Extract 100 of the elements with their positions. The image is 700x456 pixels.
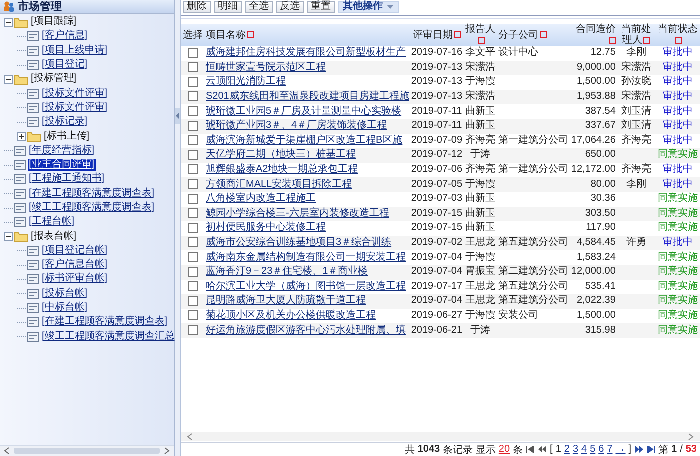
tree-item[interactable]: [项目跟踪] xyxy=(30,16,78,28)
page-size-link[interactable]: 20 xyxy=(498,444,510,455)
project-link[interactable]: 琥珩微工业园5＃厂房及计量测量中心实验楼 xyxy=(206,106,402,117)
tree-item[interactable]: [报表台帐] xyxy=(30,230,78,243)
checkbox[interactable] xyxy=(188,194,198,204)
page-link[interactable]: 5 xyxy=(590,444,596,455)
horizontal-scrollbar[interactable] xyxy=(181,432,700,441)
column-header[interactable]: 评审日期 xyxy=(410,24,464,46)
checkbox[interactable] xyxy=(188,179,198,189)
checkbox[interactable] xyxy=(188,237,198,248)
next-group-link[interactable]: → xyxy=(616,444,626,455)
sort-icon[interactable] xyxy=(247,31,254,38)
tree-item[interactable]: [竣工工程顾客满意度调查表] xyxy=(28,202,156,214)
checkbox[interactable] xyxy=(188,281,198,292)
column-header[interactable]: 合同造价 xyxy=(570,24,617,46)
tree-item[interactable]: [投标管理] xyxy=(30,73,78,86)
sort-icon[interactable] xyxy=(540,31,547,38)
page-link[interactable]: 3 xyxy=(572,444,578,455)
tree-item[interactable]: [客户信息] xyxy=(41,30,89,42)
tree-item[interactable]: [工程施工通知书] xyxy=(28,173,106,186)
scroll-right-icon[interactable] xyxy=(164,447,170,455)
project-link[interactable]: 威海滨海新城爱于渠崖棚户区改造工程B区施 xyxy=(206,134,403,146)
checkbox[interactable] xyxy=(188,310,198,320)
reporter-text: 胃振宝 xyxy=(466,266,496,278)
scroll-right-icon[interactable] xyxy=(688,432,694,440)
tree-item[interactable]: [标书上传] xyxy=(43,130,91,143)
checkbox[interactable] xyxy=(188,150,198,160)
collapse-icon[interactable] xyxy=(4,74,13,84)
scroll-left-icon[interactable] xyxy=(187,432,193,440)
previous-page-icon[interactable] xyxy=(538,446,548,453)
project-link[interactable]: 菊花顶小区及机关办公楼供暖改造工程 xyxy=(206,310,376,321)
tree-item[interactable]: [客户信息台帐] xyxy=(41,259,109,272)
page-link[interactable]: 2 xyxy=(564,444,570,455)
expand-icon[interactable] xyxy=(17,132,26,142)
tree-item[interactable]: [年度经营指标] xyxy=(28,144,96,157)
checkbox[interactable] xyxy=(188,135,198,146)
checkbox[interactable] xyxy=(188,91,198,102)
checkbox[interactable] xyxy=(188,106,198,116)
first-page-icon[interactable] xyxy=(526,446,536,453)
horizontal-scrollbar[interactable] xyxy=(0,445,174,456)
sort-icon[interactable] xyxy=(478,36,485,44)
column-header[interactable]: 选择 xyxy=(181,24,205,46)
page-link[interactable]: 1 xyxy=(556,444,562,455)
toolbar-button[interactable]: 删除 xyxy=(183,1,211,13)
scroll-left-icon[interactable] xyxy=(4,447,10,455)
column-header[interactable]: 项目名称 xyxy=(205,24,410,46)
sort-icon[interactable] xyxy=(608,36,616,44)
checkbox[interactable] xyxy=(188,266,198,277)
column-header[interactable]: 报告人 xyxy=(464,24,498,46)
toolbar-button[interactable]: 重置 xyxy=(307,1,335,13)
project-link[interactable]: S201威东线田和至温泉段改建项目房建工程施 xyxy=(206,91,410,102)
column-header[interactable]: 当前处理人 xyxy=(616,24,656,46)
tree-item[interactable]: [中标台帐] xyxy=(41,302,89,314)
checkbox[interactable] xyxy=(188,296,198,306)
form-icon xyxy=(14,146,26,156)
project-link[interactable]: 初村便民服务中心装修工程 xyxy=(206,222,326,234)
project-link[interactable]: 八角楼室内改造工程施工 xyxy=(206,193,316,204)
tree-item[interactable]: [工程台帐] xyxy=(28,216,76,228)
project-link[interactable]: 哈尔滨工业大学（威海）图书馆一层改造工程 xyxy=(206,280,406,292)
checkbox[interactable] xyxy=(188,48,198,58)
last-page-icon[interactable] xyxy=(646,446,656,453)
checkbox[interactable] xyxy=(188,120,198,131)
column-header[interactable]: 当前状态 xyxy=(656,24,700,46)
checkbox[interactable] xyxy=(188,208,198,218)
project-link[interactable]: 威海南东金属结构制造有限公司一期安装工程 xyxy=(206,252,406,263)
tree-item[interactable]: [竣工工程顾客满意度调查汇总 xyxy=(41,330,176,343)
page-link[interactable]: 6 xyxy=(598,444,604,455)
checkbox[interactable] xyxy=(188,62,198,72)
page-link[interactable]: 4 xyxy=(582,444,588,455)
next-page-icon[interactable] xyxy=(634,446,644,453)
project-link[interactable]: 威海建邦住房科技发展有限公司新型板材生产 xyxy=(206,47,406,58)
sort-icon[interactable] xyxy=(674,36,682,44)
tree-item[interactable]: [项目登记] xyxy=(41,59,89,72)
collapse-icon[interactable] xyxy=(4,18,13,27)
tree-item[interactable]: [项目登记台帐] xyxy=(41,244,109,257)
tree-item[interactable]: [在建工程顾客满意度调查表] xyxy=(41,316,169,328)
toolbar-button[interactable]: 反选 xyxy=(276,1,304,13)
checkbox[interactable] xyxy=(188,324,198,335)
sort-icon[interactable] xyxy=(643,36,650,44)
menu-button[interactable]: 其他操作 xyxy=(338,1,399,13)
toolbar-button[interactable]: 全选 xyxy=(245,1,273,13)
project-link[interactable]: 云顶阳光消防工程 xyxy=(206,76,286,88)
checkbox[interactable] xyxy=(188,164,198,174)
column-header[interactable]: 分子公司 xyxy=(498,24,570,46)
checkbox[interactable] xyxy=(188,252,198,262)
tree-item[interactable]: [投标记录] xyxy=(41,116,89,128)
project-link[interactable]: 旭辉銀盛泰A2地块一期总承包工程 xyxy=(206,164,358,176)
tree-item[interactable]: [标书评审台帐] xyxy=(41,273,109,286)
toolbar-button[interactable]: 明细 xyxy=(214,1,242,13)
tree-item[interactable]: [项目上线申请] xyxy=(41,44,109,57)
checkbox[interactable] xyxy=(188,76,198,87)
tree-item[interactable]: [投标文件评审] xyxy=(41,102,109,114)
collapse-icon[interactable] xyxy=(4,232,13,242)
tree-item[interactable]: [业主合同评审] xyxy=(28,159,96,172)
tree-item[interactable]: [投标台帐] xyxy=(41,288,89,300)
sort-icon[interactable] xyxy=(454,31,461,38)
tree-item[interactable]: [投标文件评审] xyxy=(41,88,109,100)
checkbox[interactable] xyxy=(188,222,198,233)
page-link[interactable]: 7 xyxy=(607,444,613,455)
tree-item[interactable]: [在建工程顾客满意度调查表] xyxy=(28,188,156,200)
